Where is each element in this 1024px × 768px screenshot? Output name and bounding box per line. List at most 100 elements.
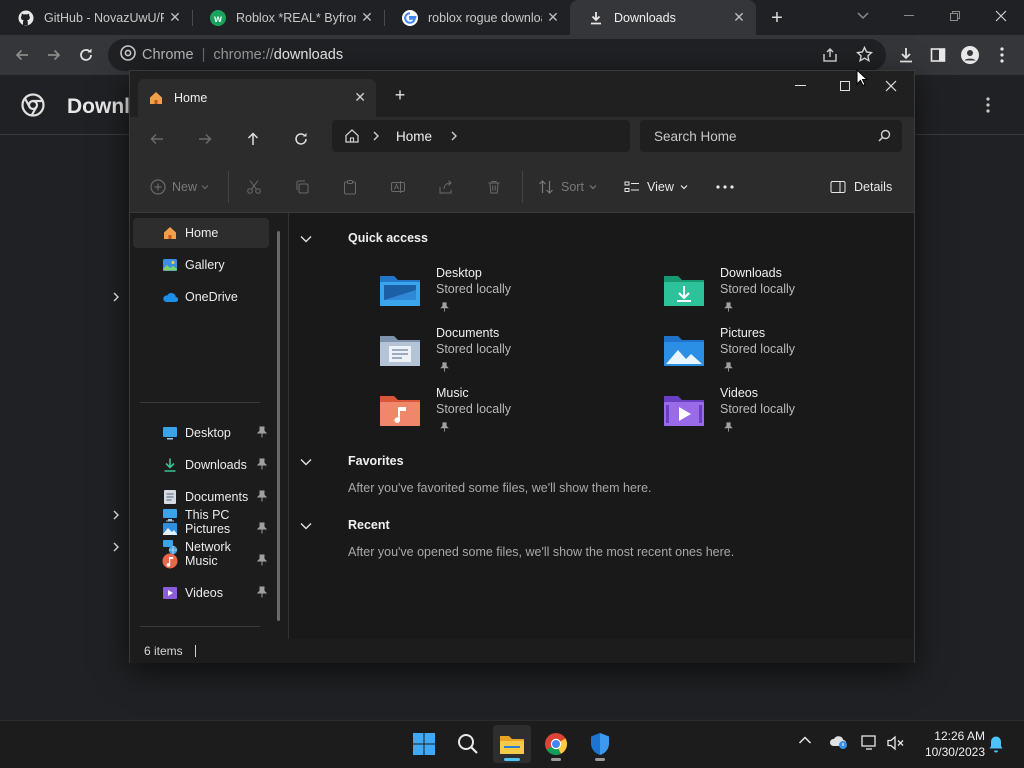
copy-button[interactable]	[294, 175, 310, 199]
nav-item-videos[interactable]: Videos	[133, 578, 269, 608]
cut-button[interactable]	[246, 175, 262, 199]
search-input[interactable]: Search Home	[640, 120, 902, 152]
sort-button[interactable]: Sort	[538, 175, 597, 199]
view-label: View	[647, 180, 674, 194]
close-icon[interactable]: ✕	[164, 7, 186, 29]
cut-icon	[247, 180, 261, 194]
close-window-icon[interactable]	[978, 0, 1024, 32]
clock-date: 10/30/2023	[924, 745, 985, 759]
quick-access-item-pictures[interactable]: Pictures Stored locally	[662, 326, 892, 382]
refresh-button[interactable]	[286, 125, 316, 153]
tab-search-icon[interactable]	[840, 0, 886, 32]
tab-title: Roblox *REAL* Byfron B	[236, 10, 356, 25]
system-clock[interactable]: 12:26 AM 10/30/2023	[913, 728, 985, 760]
volume-muted-icon[interactable]	[887, 735, 905, 751]
delete-button[interactable]	[486, 175, 502, 199]
quick-access-header[interactable]: Quick access	[300, 228, 428, 248]
share-button[interactable]	[438, 175, 454, 199]
home-icon	[148, 90, 164, 106]
nav-item-gallery[interactable]: Gallery	[133, 250, 269, 280]
up-button[interactable]	[238, 125, 268, 153]
item-count: 6 items	[144, 644, 183, 658]
minimize-icon[interactable]	[886, 0, 932, 32]
running-indicator	[595, 758, 605, 761]
nav-item-desktop[interactable]: Desktop	[133, 418, 269, 448]
browser-tab-github[interactable]: GitHub - NovazUwU/Ro ✕	[0, 0, 192, 35]
pin-icon[interactable]	[256, 586, 268, 601]
quick-access-item-documents[interactable]: Documents Stored locally	[378, 326, 608, 382]
close-icon[interactable]: ✕	[354, 89, 366, 106]
explorer-tab-title: Home	[174, 91, 208, 105]
chrome-menu-icon[interactable]	[988, 41, 1016, 69]
profile-avatar-icon[interactable]	[956, 41, 984, 69]
item-status: Stored locally	[720, 282, 796, 296]
new-tab-button[interactable]: +	[764, 6, 790, 30]
view-button[interactable]: View	[624, 175, 688, 199]
sort-label: Sort	[561, 180, 584, 194]
show-hidden-icons-chevron-up-icon[interactable]	[798, 735, 812, 745]
restore-icon[interactable]	[932, 0, 978, 32]
quick-access-item-music[interactable]: Music Stored locally	[378, 386, 608, 442]
reload-button[interactable]	[72, 41, 100, 69]
minimize-icon[interactable]	[777, 71, 823, 101]
pin-icon[interactable]	[256, 458, 268, 473]
close-icon[interactable]: ✕	[728, 7, 750, 29]
start-button[interactable]	[405, 725, 443, 763]
breadcrumb-home[interactable]: Home	[396, 129, 432, 144]
taskbar-file-explorer[interactable]	[493, 725, 531, 763]
new-button[interactable]: New	[150, 175, 209, 199]
nav-item-onedrive[interactable]: OneDrive	[113, 282, 269, 312]
taskbar-chrome[interactable]	[537, 725, 575, 763]
quick-access-item-desktop[interactable]: Desktop Stored locally	[378, 266, 608, 322]
chevron-right-icon[interactable]	[450, 131, 458, 141]
paste-icon	[344, 180, 356, 195]
pin-icon	[724, 359, 733, 377]
nav-item-downloads[interactable]: Downloads	[133, 450, 269, 480]
quick-access-item-downloads[interactable]: Downloads Stored locally	[662, 266, 892, 322]
browser-tab-google[interactable]: roblox rogue downloads ✕	[384, 0, 570, 35]
forward-button[interactable]	[40, 41, 68, 69]
file-explorer-window: Home ✕ + Home Search Home New Sort View …	[113, 68, 915, 663]
address-bar[interactable]: Chrome | chrome:// downloads	[108, 39, 886, 71]
nav-item-this-pc[interactable]: This PC	[113, 500, 269, 530]
taskbar-defender[interactable]	[581, 725, 619, 763]
chevron-right-icon[interactable]	[112, 291, 120, 305]
onedrive-status-icon[interactable]	[829, 734, 849, 750]
sort-icon	[538, 179, 554, 195]
share-icon[interactable]	[822, 47, 838, 67]
nav-item-network[interactable]: Network	[113, 532, 269, 562]
back-button[interactable]	[8, 41, 36, 69]
details-pane-button[interactable]: Details	[830, 175, 892, 199]
navigation-pane: Home Gallery OneDrive Desktop Downloads …	[113, 213, 288, 639]
side-panel-icon[interactable]	[924, 41, 952, 69]
taskbar-search-button[interactable]	[449, 725, 487, 763]
close-window-icon[interactable]	[868, 71, 914, 101]
chevron-right-icon[interactable]	[112, 541, 120, 555]
downloads-icon[interactable]	[892, 41, 920, 69]
notifications-bell-icon[interactable]	[988, 735, 1004, 753]
favorites-header[interactable]: Favorites	[300, 451, 404, 471]
close-icon[interactable]: ✕	[542, 7, 564, 29]
address-bar[interactable]: Home	[332, 120, 630, 152]
paste-button[interactable]	[342, 175, 358, 199]
forward-button[interactable]	[190, 125, 220, 153]
favorites-empty-message: After you've favorited some files, we'll…	[348, 481, 652, 495]
recent-header[interactable]: Recent	[300, 515, 390, 535]
explorer-tab-home[interactable]: Home ✕	[138, 79, 376, 117]
nav-scrollbar[interactable]	[277, 231, 280, 621]
chevron-right-icon[interactable]	[372, 131, 380, 141]
rename-button[interactable]	[390, 175, 406, 199]
nav-item-home[interactable]: Home	[133, 218, 269, 248]
browser-tab-downloads[interactable]: Downloads ✕	[570, 0, 756, 35]
more-options-button[interactable]	[716, 175, 734, 199]
network-status-icon[interactable]	[861, 735, 879, 751]
bookmark-star-icon[interactable]	[855, 45, 874, 67]
pin-icon[interactable]	[256, 426, 268, 441]
new-tab-button[interactable]: +	[388, 83, 412, 107]
page-menu-icon[interactable]	[986, 97, 990, 118]
browser-tab-roblox[interactable]: w Roblox *REAL* Byfron B ✕	[192, 0, 384, 35]
quick-access-item-videos[interactable]: Videos Stored locally	[662, 386, 892, 442]
close-icon[interactable]: ✕	[356, 7, 378, 29]
back-button[interactable]	[142, 125, 172, 153]
chevron-right-icon[interactable]	[112, 509, 120, 523]
